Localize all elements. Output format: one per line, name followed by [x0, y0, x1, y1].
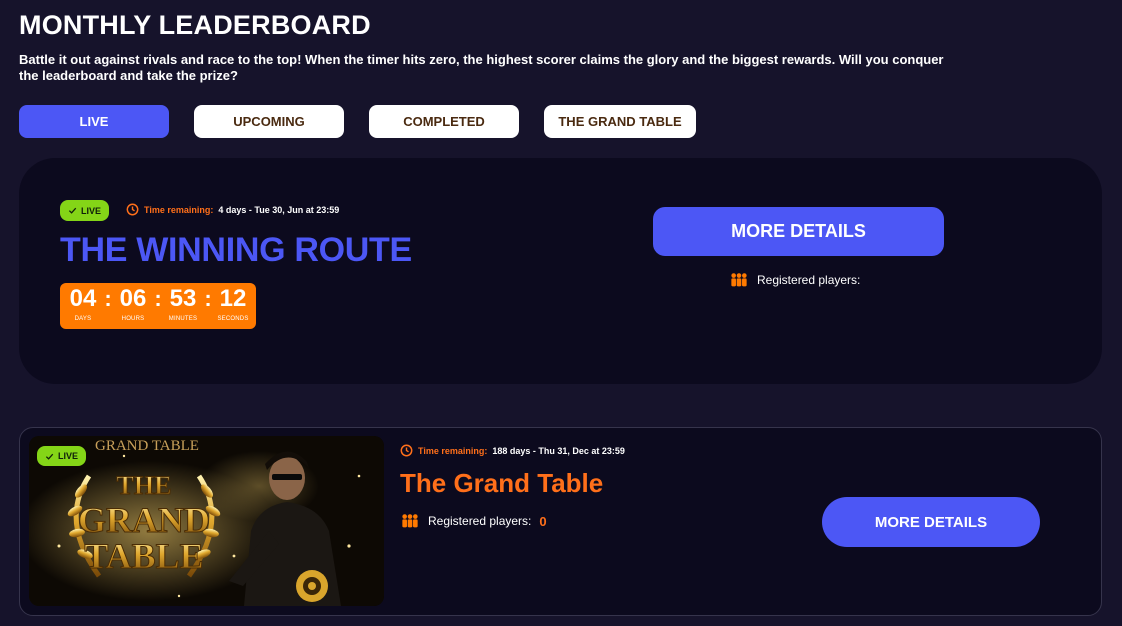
- clock-icon: [400, 444, 413, 457]
- page-description: Battle it out against rivals and race to…: [19, 52, 944, 83]
- check-icon: [45, 453, 54, 460]
- countdown-seconds-value: 12: [219, 285, 247, 312]
- registered-players-count: 0: [539, 513, 547, 529]
- people-icon: [402, 514, 418, 528]
- countdown-hours-value: 06: [119, 285, 147, 312]
- event-card-grand-table: GRAND TABLE THE GRAND TABLE LIVE Time re…: [19, 427, 1102, 616]
- registered-players: Registered players:: [729, 272, 860, 288]
- event-card-winning-route: LIVE Time remaining: 4 days - Tue 30, Ju…: [19, 158, 1102, 384]
- time-remaining: Time remaining: 4 days - Tue 30, Jun at …: [126, 203, 339, 216]
- countdown-timer: 04 DAYS : 06 HOURS : 53 MINUTES : 12 SEC…: [60, 283, 256, 329]
- more-details-button[interactable]: MORE DETAILS: [822, 497, 1040, 547]
- live-badge: LIVE: [37, 446, 87, 466]
- countdown-hours-label: HOURS: [121, 316, 145, 322]
- countdown-days-label: DAYS: [74, 316, 92, 322]
- live-badge-label: LIVE: [58, 451, 79, 461]
- time-remaining-label: Time remaining:: [144, 204, 214, 215]
- event-title: The Grand Table: [400, 468, 604, 498]
- page-title: MONTHLY LEADERBOARD: [19, 10, 371, 40]
- people-icon: [731, 273, 747, 287]
- clock-icon: [126, 203, 139, 216]
- countdown-minutes-value: 53: [169, 285, 197, 312]
- time-remaining-value: 188 days - Thu 31, Dec at 23:59: [492, 445, 625, 456]
- live-badge: LIVE: [60, 200, 110, 221]
- countdown-days-value: 04: [69, 285, 97, 312]
- tab-grand-table[interactable]: THE GRAND TABLE: [544, 105, 696, 138]
- countdown-separator: :: [204, 286, 212, 311]
- more-details-button[interactable]: MORE DETAILS: [653, 207, 944, 256]
- tab-upcoming[interactable]: UPCOMING: [194, 105, 344, 138]
- time-remaining: Time remaining: 188 days - Thu 31, Dec a…: [400, 444, 625, 457]
- registered-players: Registered players: 0: [400, 513, 547, 529]
- image-title-line-2: GRAND: [78, 500, 210, 540]
- registered-players-label: Registered players:: [428, 514, 532, 528]
- registered-players-label: Registered players:: [757, 273, 861, 287]
- time-remaining-label: Time remaining:: [418, 445, 488, 456]
- event-title: THE WINNING ROUTE: [60, 231, 412, 269]
- tab-completed[interactable]: COMPLETED: [369, 105, 519, 138]
- countdown-seconds-label: SECONDS: [217, 316, 249, 322]
- banner-text: GRAND TABLE: [95, 438, 199, 454]
- tab-live[interactable]: LIVE: [19, 105, 169, 138]
- image-title-line-3: TABLE: [84, 536, 203, 576]
- countdown-hours: 06 HOURS: [113, 285, 153, 322]
- time-remaining-value: 4 days - Tue 30, Jun at 23:59: [218, 204, 340, 215]
- live-badge-label: LIVE: [81, 205, 102, 216]
- event-banner-image[interactable]: GRAND TABLE THE GRAND TABLE LIVE: [29, 436, 384, 606]
- countdown-minutes-label: MINUTES: [168, 316, 198, 322]
- countdown-separator: :: [104, 286, 112, 311]
- countdown-seconds: 12 SECONDS: [213, 285, 253, 322]
- countdown-days: 04 DAYS: [63, 285, 103, 322]
- countdown-separator: :: [154, 286, 162, 311]
- countdown-minutes: 53 MINUTES: [163, 285, 203, 322]
- image-title-line-1: THE: [117, 471, 172, 500]
- check-icon: [68, 207, 77, 214]
